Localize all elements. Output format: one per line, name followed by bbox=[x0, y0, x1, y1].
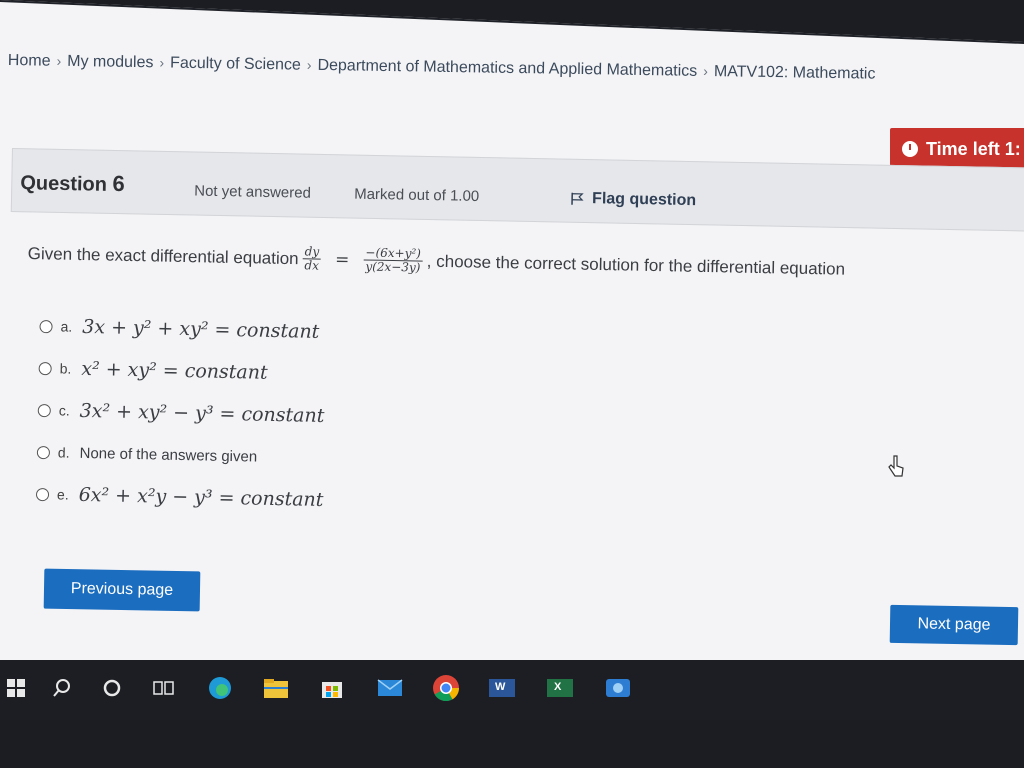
answer-letter: a. bbox=[60, 318, 73, 335]
breadcrumb-separator-icon: › bbox=[703, 62, 709, 79]
rhs-denominator: y(2x−3y) bbox=[365, 259, 421, 275]
question-text-before: Given the exact differential equation bbox=[27, 243, 299, 268]
file-explorer-icon[interactable] bbox=[262, 674, 290, 702]
answer-text: 6x² + x²y − y³ = constant bbox=[78, 483, 324, 511]
excel-label: X bbox=[554, 681, 562, 693]
breadcrumb: Home › My modules › Faculty of Science › Depar… bbox=[8, 52, 1024, 86]
lhs-fraction: dy dx bbox=[302, 244, 322, 273]
lhs-denominator: dx bbox=[304, 258, 320, 273]
chrome-icon[interactable] bbox=[432, 674, 460, 702]
answer-options: a. 3x + y² + xy² = constant b. x² + xy² … bbox=[35, 305, 640, 528]
breadcrumb-separator-icon: › bbox=[306, 56, 312, 73]
question-number: Question 6 bbox=[20, 169, 125, 197]
cortana-icon[interactable] bbox=[98, 674, 126, 702]
answer-radio-e[interactable] bbox=[35, 487, 50, 501]
flag-question-link[interactable]: Flag question bbox=[570, 190, 696, 210]
answer-letter: d. bbox=[57, 444, 70, 461]
monitor-bezel bbox=[0, 0, 1024, 44]
flag-question-label: Flag question bbox=[591, 190, 697, 210]
question-status: Not yet answered bbox=[194, 182, 312, 202]
time-left-badge: Time left 1: bbox=[890, 128, 1024, 170]
answer-radio-a[interactable] bbox=[39, 319, 53, 333]
question-label: Question bbox=[20, 172, 108, 196]
answer-radio-b[interactable] bbox=[38, 361, 52, 375]
search-icon[interactable] bbox=[48, 674, 76, 702]
answer-text: x² + xy² = constant bbox=[81, 357, 268, 384]
store-icon[interactable] bbox=[318, 674, 346, 702]
answer-text: 3x² + xy² − y³ = constant bbox=[79, 399, 325, 427]
breadcrumb-separator-icon: › bbox=[159, 54, 165, 71]
question-text: Given the exact differential equation dy… bbox=[27, 240, 1017, 286]
answer-letter: c. bbox=[58, 402, 70, 419]
question-info-panel: Question 6 Not yet answered Marked out o… bbox=[10, 148, 1024, 232]
breadcrumb-home[interactable]: Home bbox=[8, 52, 51, 70]
answer-text: 3x + y² + xy² = constant bbox=[82, 315, 320, 343]
word-icon[interactable]: W bbox=[488, 674, 516, 702]
breadcrumb-course[interactable]: MATV102: Mathematic bbox=[714, 63, 876, 83]
rhs-fraction: −(6x+y²) y(2x−3y) bbox=[363, 245, 424, 275]
answer-text: None of the answers given bbox=[79, 444, 258, 466]
answer-letter: e. bbox=[56, 486, 69, 503]
flag-icon bbox=[571, 192, 584, 205]
breadcrumb-separator-icon: › bbox=[56, 52, 62, 69]
mail-icon[interactable] bbox=[376, 674, 404, 702]
question-number-value: 6 bbox=[112, 170, 126, 197]
answer-radio-d[interactable] bbox=[36, 445, 51, 459]
answer-letter: b. bbox=[59, 360, 72, 377]
question-text-after: , choose the correct solution for the di… bbox=[426, 251, 846, 279]
mouse-cursor-icon bbox=[888, 455, 904, 477]
windows-start-icon[interactable] bbox=[2, 674, 30, 702]
taskbar: W X bbox=[0, 660, 1024, 720]
question-marks: Marked out of 1.00 bbox=[354, 185, 480, 205]
breadcrumb-department[interactable]: Department of Mathematics and Applied Ma… bbox=[317, 57, 697, 80]
time-left-label: Time left 1: bbox=[926, 138, 1021, 159]
equals-sign: = bbox=[334, 249, 350, 270]
excel-icon[interactable]: X bbox=[546, 674, 574, 702]
answer-radio-c[interactable] bbox=[37, 403, 51, 417]
next-page-button[interactable]: Next page bbox=[889, 604, 1019, 646]
clock-icon bbox=[902, 141, 918, 157]
breadcrumb-my-modules[interactable]: My modules bbox=[67, 53, 154, 71]
app-icon[interactable] bbox=[604, 674, 632, 702]
breadcrumb-faculty[interactable]: Faculty of Science bbox=[170, 55, 301, 74]
browser-viewport: Home › My modules › Faculty of Science › Depar… bbox=[0, 0, 1024, 660]
previous-page-button[interactable]: Previous page bbox=[43, 568, 201, 612]
edge-icon[interactable] bbox=[206, 674, 234, 702]
task-view-icon[interactable] bbox=[150, 674, 178, 702]
word-label: W bbox=[495, 681, 506, 693]
